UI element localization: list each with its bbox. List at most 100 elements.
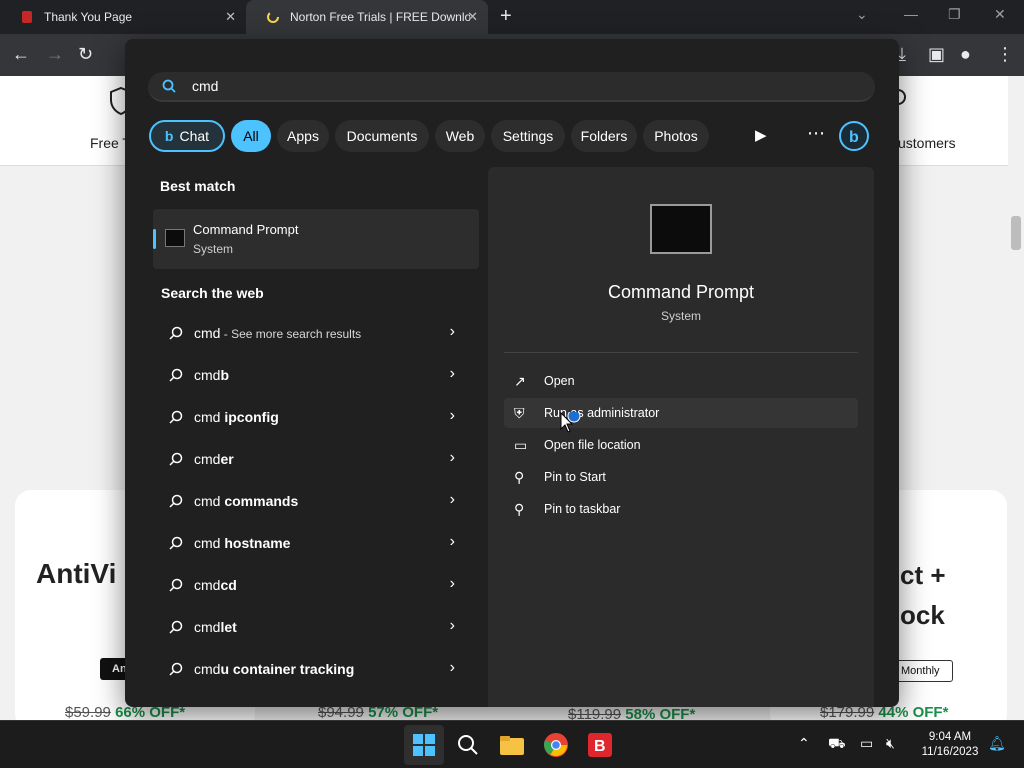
search-icon: [162, 79, 176, 93]
web-result-item[interactable]: cmdb ›: [153, 357, 469, 395]
windows-search-panel: cmd b Chat All Apps Documents Web Settin…: [125, 39, 899, 707]
display-icon[interactable]: ▭: [860, 735, 873, 752]
chevron-right-icon: ›: [449, 365, 455, 382]
tab-title: Norton Free Trials | FREE Downlo: [290, 10, 470, 24]
pin-icon: ⚲: [514, 469, 525, 485]
filter-documents[interactable]: Documents: [335, 120, 429, 152]
action-open-file-location[interactable]: ▭ Open file location: [504, 430, 858, 460]
folder-icon: ▭: [514, 437, 528, 453]
web-result-item[interactable]: cmd ipconfig ›: [153, 399, 469, 437]
result-type: System: [193, 242, 234, 256]
taskbar-search-button[interactable]: [448, 725, 488, 765]
filter-label: Chat: [179, 128, 210, 144]
filter-label: Photos: [654, 128, 698, 144]
windows-logo-icon: [413, 734, 435, 756]
web-result-item[interactable]: cmd commands ›: [153, 483, 469, 521]
chevron-right-icon: ›: [449, 491, 455, 508]
close-tab-icon[interactable]: ✕: [225, 9, 236, 25]
svg-text:b: b: [849, 129, 859, 146]
filter-apps[interactable]: Apps: [277, 120, 329, 152]
command-prompt-icon: [165, 229, 185, 247]
tab-search-chevron-icon[interactable]: ⌄: [856, 6, 868, 23]
folder-icon: [500, 736, 524, 755]
forward-arrow-icon[interactable]: →: [46, 44, 64, 64]
command-prompt-large-icon: [650, 204, 712, 254]
chevron-right-icon: ›: [449, 617, 455, 634]
show-hidden-icons-chevron[interactable]: ⌃: [798, 735, 810, 752]
mouse-cursor-busy-icon: [560, 412, 581, 433]
volume-muted-icon[interactable]: 🔇︎: [886, 735, 895, 752]
web-result-item[interactable]: cmder ›: [153, 441, 469, 479]
web-result-item[interactable]: cmdcd ›: [153, 567, 469, 605]
chevron-right-icon: ›: [449, 449, 455, 466]
menu-kebab-icon[interactable]: ⋮: [996, 44, 1014, 64]
action-pin-to-start[interactable]: ⚲ Pin to Start: [504, 462, 858, 492]
web-result-text: cmdb: [194, 367, 230, 383]
filter-chat[interactable]: b Chat: [149, 120, 225, 152]
page-scrollbar[interactable]: [1008, 76, 1024, 720]
action-pin-to-taskbar[interactable]: ⚲ Pin to taskbar: [504, 494, 858, 524]
web-result-item[interactable]: cmd - See more search results ›: [153, 315, 469, 353]
network-icon[interactable]: ⛟: [828, 735, 846, 754]
play-more-filters-icon[interactable]: ▶: [755, 126, 767, 144]
web-result-item[interactable]: cmdlet ›: [153, 609, 469, 647]
new-tab-button[interactable]: +: [500, 6, 512, 26]
more-options-icon[interactable]: ⋯: [807, 123, 825, 144]
web-result-item[interactable]: cmd hostname ›: [153, 525, 469, 563]
close-window-button[interactable]: ✕: [994, 6, 1006, 23]
old-price: $59.99: [65, 704, 111, 721]
chevron-right-icon: ›: [449, 323, 455, 340]
filter-web[interactable]: Web: [435, 120, 485, 152]
system-clock[interactable]: 9:04 AM 11/16/2023: [912, 730, 988, 760]
browser-tab-strip: Thank You Page ✕ Norton Free Trials | FR…: [0, 0, 1024, 34]
start-button[interactable]: [404, 725, 444, 765]
search-icon: [169, 326, 183, 340]
action-open[interactable]: ↗ Open: [504, 366, 858, 396]
chevron-right-icon: ›: [449, 533, 455, 550]
action-run-as-administrator[interactable]: ⛨ Run as administrator: [504, 398, 858, 428]
chevron-right-icon: ›: [449, 407, 455, 424]
preview-title: Command Prompt: [607, 282, 755, 302]
bing-chat-icon[interactable]: b: [838, 120, 870, 152]
filter-folders[interactable]: Folders: [571, 120, 637, 152]
filter-label: Apps: [287, 128, 319, 144]
search-icon: [169, 410, 183, 424]
web-result-item[interactable]: cmdu container tracking ›: [153, 651, 469, 689]
bitdefender-button[interactable]: B: [580, 725, 620, 765]
scrollbar-thumb[interactable]: [1011, 216, 1021, 250]
side-panel-icon[interactable]: ▣: [928, 44, 945, 64]
preview-pane: Command Prompt System ↗ Open ⛨ Run as ad…: [488, 167, 874, 707]
search-box[interactable]: cmd: [148, 72, 875, 102]
card-title: AntiVi: [36, 558, 117, 589]
admin-shield-icon: ⛨: [514, 405, 525, 421]
minimize-button[interactable]: —: [904, 6, 918, 22]
chrome-button[interactable]: [536, 725, 576, 765]
header-label-right: ustomers: [898, 135, 956, 151]
profile-avatar-icon[interactable]: ●: [960, 44, 971, 64]
search-icon: [169, 536, 183, 550]
close-tab-icon[interactable]: ✕: [467, 9, 478, 25]
filter-all[interactable]: All: [231, 120, 271, 152]
loading-spinner-icon: [267, 11, 279, 23]
tab-norton-free-trials[interactable]: Norton Free Trials | FREE Downlo ✕: [246, 0, 488, 34]
best-match-result[interactable]: Command Prompt System: [153, 209, 479, 269]
search-input[interactable]: cmd: [192, 78, 218, 94]
search-web-heading: Search the web: [161, 285, 264, 301]
tab-thank-you-page[interactable]: Thank You Page ✕: [0, 0, 246, 34]
download-icon[interactable]: ⤓: [898, 44, 906, 64]
filter-label: Web: [445, 128, 475, 144]
restore-button[interactable]: ❐: [948, 6, 961, 23]
filter-photos[interactable]: Photos: [643, 120, 709, 152]
notification-bell-icon[interactable]: 🔔︎: [988, 735, 1006, 752]
clock-time: 9:04 AM: [928, 731, 972, 743]
web-result-text: cmder: [194, 451, 234, 467]
back-arrow-icon[interactable]: ←: [12, 44, 30, 64]
tab-title: Thank You Page: [44, 10, 133, 24]
file-explorer-button[interactable]: [492, 725, 532, 765]
card-title-line1: ct +: [900, 560, 946, 590]
action-label: Open file location: [544, 438, 641, 452]
filter-settings[interactable]: Settings: [491, 120, 565, 152]
reload-icon[interactable]: ↻: [78, 44, 93, 64]
card-title-line2: ock: [900, 600, 945, 630]
result-name: Command Prompt: [193, 222, 299, 237]
